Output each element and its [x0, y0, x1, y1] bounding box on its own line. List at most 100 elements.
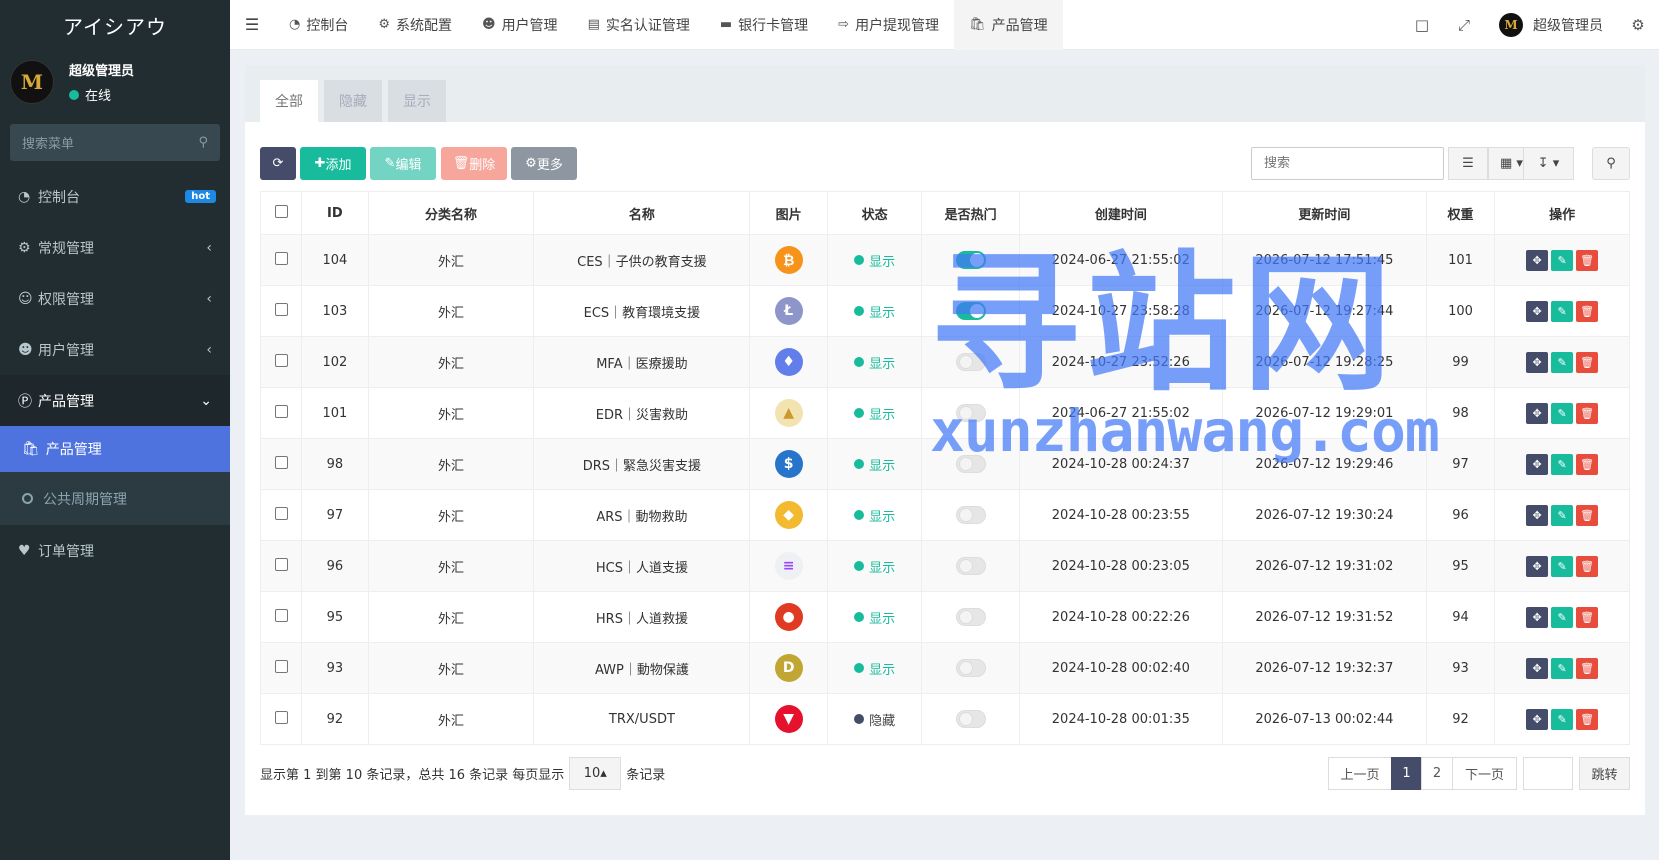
- brand-logo[interactable]: アイシアウ: [0, 0, 230, 50]
- hot-toggle[interactable]: [955, 353, 986, 371]
- edit-pencil-icon[interactable]: ✎: [1551, 300, 1574, 322]
- page-size-dropdown[interactable]: 10 ▴: [569, 757, 622, 790]
- menu-search-input[interactable]: 搜索菜单 ⚲: [10, 124, 220, 161]
- next-page-button[interactable]: 下一页: [1452, 757, 1517, 790]
- drag-move-icon[interactable]: ✥: [1526, 708, 1549, 730]
- dogecoin-icon[interactable]: D: [774, 654, 803, 682]
- table-row[interactable]: 93 外汇 AWP｜動物保護 D 显示 2024-10-28 00:02:40 2026-0…: [259, 642, 1630, 694]
- jump-button[interactable]: 跳转: [1579, 757, 1630, 790]
- hot-toggle[interactable]: [955, 455, 986, 473]
- table-row[interactable]: 92 外汇 TRX/USDT ▼ 隐藏 2024-10-28 00:01:35 2026-0…: [259, 693, 1630, 745]
- status-badge[interactable]: 隐藏: [854, 710, 895, 729]
- sidebar-item-general[interactable]: ⚙ 常规管理 ‹: [0, 222, 230, 273]
- edit-pencil-icon[interactable]: ✎: [1551, 504, 1574, 526]
- tab-user-manage[interactable]: ☻ 用户管理: [467, 0, 573, 50]
- drag-move-icon[interactable]: ✥: [1526, 606, 1549, 628]
- tether-gold-icon[interactable]: ▲: [774, 399, 803, 427]
- tab-withdraw[interactable]: ⇨ 用户提现管理: [823, 0, 954, 50]
- status-badge[interactable]: 显示: [854, 353, 895, 372]
- hot-toggle[interactable]: [955, 659, 986, 677]
- menu-toggle-icon[interactable]: ☰: [230, 15, 274, 34]
- row-checkbox[interactable]: [274, 302, 288, 316]
- page-2-button[interactable]: 2: [1421, 757, 1453, 790]
- column-header[interactable]: 状态: [826, 191, 923, 235]
- usd-coin-icon[interactable]: $: [774, 450, 803, 478]
- sidebar-item-orders[interactable]: ♥ 订单管理: [0, 525, 230, 576]
- column-header[interactable]: 是否热门: [921, 191, 1020, 235]
- toggle-view-button[interactable]: ☰: [1448, 147, 1488, 180]
- delete-trash-icon[interactable]: 🗑: [1576, 351, 1599, 373]
- more-button[interactable]: ⚙ 更多: [511, 147, 577, 180]
- table-search-input[interactable]: [1251, 147, 1444, 180]
- prev-page-button[interactable]: 上一页: [1328, 757, 1392, 790]
- select-all-checkbox[interactable]: [274, 204, 288, 218]
- delete-trash-icon[interactable]: 🗑: [1576, 453, 1599, 475]
- status-badge[interactable]: 显示: [854, 557, 895, 576]
- tab-realname-auth[interactable]: ▤ 实名认证管理: [573, 0, 705, 50]
- tab-dashboard[interactable]: ◔ 控制台: [274, 0, 363, 50]
- drag-move-icon[interactable]: ✥: [1526, 300, 1549, 322]
- status-badge[interactable]: 显示: [854, 302, 895, 321]
- delete-trash-icon[interactable]: 🗑: [1576, 657, 1599, 679]
- edit-pencil-icon[interactable]: ✎: [1551, 657, 1574, 679]
- fullscreen-icon[interactable]: ⤢: [1443, 16, 1485, 34]
- column-header[interactable]: ID: [301, 191, 369, 235]
- delete-trash-icon[interactable]: 🗑: [1576, 300, 1599, 322]
- status-badge[interactable]: 显示: [854, 404, 895, 423]
- status-badge[interactable]: 显示: [854, 506, 895, 525]
- edit-pencil-icon[interactable]: ✎: [1551, 453, 1574, 475]
- translate-icon[interactable]: □: [1401, 16, 1443, 34]
- hot-toggle[interactable]: [955, 302, 986, 320]
- edit-pencil-icon[interactable]: ✎: [1551, 402, 1574, 424]
- tab-all[interactable]: 全部: [260, 80, 318, 122]
- tab-product-manage[interactable]: 🛍 产品管理: [954, 0, 1063, 50]
- table-row[interactable]: 98 外汇 DRS｜緊急災害支援 $ 显示 2024-10-28 00:24:37 2026…: [259, 438, 1630, 490]
- row-checkbox[interactable]: [274, 455, 288, 469]
- drag-move-icon[interactable]: ✥: [1526, 504, 1549, 526]
- status-badge[interactable]: 显示: [854, 608, 895, 627]
- add-button[interactable]: ✚ 添加: [300, 147, 366, 180]
- table-row[interactable]: 95 外汇 HRS｜人道救援 ● 显示 2024-10-28 00:22:26 2026-0…: [259, 591, 1630, 643]
- delete-trash-icon[interactable]: 🗑: [1576, 555, 1599, 577]
- delete-trash-icon[interactable]: 🗑: [1576, 708, 1599, 730]
- row-checkbox[interactable]: [274, 353, 288, 367]
- tab-system-config[interactable]: ⚙ 系统配置: [363, 0, 467, 50]
- delete-trash-icon[interactable]: 🗑: [1576, 606, 1599, 628]
- row-checkbox[interactable]: [274, 608, 288, 622]
- advanced-search-button[interactable]: ⚲: [1592, 147, 1630, 180]
- refresh-button[interactable]: ⟳: [260, 147, 296, 180]
- page-1-button[interactable]: 1: [1391, 757, 1422, 790]
- export-button[interactable]: ↧ ▾: [1523, 147, 1574, 180]
- row-checkbox[interactable]: [274, 557, 288, 571]
- column-header[interactable]: 名称: [533, 191, 751, 235]
- row-checkbox[interactable]: [274, 710, 288, 724]
- hot-toggle[interactable]: [955, 710, 986, 728]
- drag-move-icon[interactable]: ✥: [1526, 657, 1549, 679]
- nav-user-menu[interactable]: M 超级管理员: [1485, 13, 1617, 37]
- tron-icon[interactable]: ▼: [774, 705, 803, 733]
- table-row[interactable]: 97 外汇 ARS｜動物救助 ◆ 显示 2024-10-28 00:23:55 2026-0…: [259, 489, 1630, 541]
- delete-button[interactable]: 🗑 删除: [441, 147, 507, 180]
- column-header[interactable]: 分类名称: [367, 191, 535, 235]
- hot-toggle[interactable]: [955, 608, 986, 626]
- drag-move-icon[interactable]: ✥: [1526, 453, 1549, 475]
- drag-move-icon[interactable]: ✥: [1526, 351, 1549, 373]
- sidebar-item-permissions[interactable]: ☺ 权限管理 ‹: [0, 273, 230, 324]
- litecoin-icon[interactable]: Ł: [774, 297, 803, 325]
- delete-trash-icon[interactable]: 🗑: [1576, 249, 1599, 271]
- binance-icon[interactable]: ◆: [774, 501, 803, 529]
- sidebar-item-dashboard[interactable]: ◔ 控制台 hot: [0, 171, 230, 222]
- column-header[interactable]: 权重: [1425, 191, 1496, 235]
- sidebar-item-products[interactable]: Ⓟ 产品管理 ⌄: [0, 375, 230, 426]
- table-row[interactable]: 104 外汇 CES｜子供の教育支援 ₿ 显示 2024-06-27 21:55:02 20…: [259, 234, 1630, 286]
- delete-trash-icon[interactable]: 🗑: [1576, 504, 1599, 526]
- tab-hidden[interactable]: 隐藏: [324, 80, 382, 122]
- column-header[interactable]: 更新时间: [1221, 191, 1427, 235]
- hot-toggle[interactable]: [955, 251, 986, 269]
- drag-move-icon[interactable]: ✥: [1526, 555, 1549, 577]
- status-badge[interactable]: 显示: [854, 659, 895, 678]
- edit-button[interactable]: ✎ 编辑: [370, 147, 436, 180]
- bitcoin-icon[interactable]: ₿: [774, 246, 803, 274]
- settings-gear-icon[interactable]: ⚙: [1617, 16, 1659, 34]
- edit-pencil-icon[interactable]: ✎: [1551, 606, 1574, 628]
